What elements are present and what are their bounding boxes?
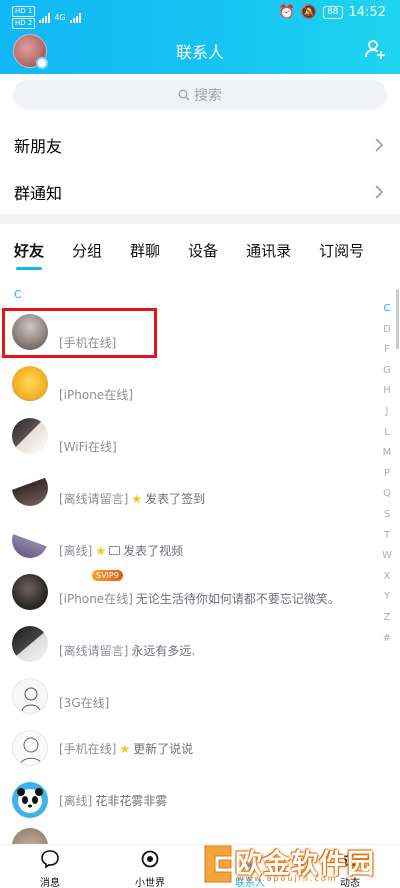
page-title: 联系人	[175, 43, 224, 62]
chevron-right-icon	[375, 185, 384, 199]
watermark-logo-icon	[204, 845, 232, 883]
index-letter[interactable]: S	[382, 505, 392, 526]
entry-label: 群通知	[14, 184, 63, 203]
index-letter[interactable]: P	[382, 464, 392, 485]
contact-avatar	[12, 678, 48, 714]
contact-row[interactable]: SVIP9 [iPhone在线] 无论生活待你如何请都不要忘记微笑。	[0, 564, 380, 624]
contact-avatar	[12, 782, 48, 818]
contact-row[interactable]: [离线请留言] 永远有多远.	[0, 616, 380, 676]
chevron-right-icon	[375, 138, 384, 152]
contact-status: [iPhone在线] 无论生活待你如何请都不要忘记微笑。	[59, 592, 340, 606]
app-header: HD 1 HD 2 4G ⏰ 🔕 88 14:52 联系人	[0, 0, 400, 74]
contact-avatar	[12, 828, 48, 844]
sim1-badge: HD 1	[12, 6, 36, 17]
index-letter[interactable]: C	[382, 299, 392, 320]
contact-row[interactable]: [离线请留言] ★ 发表了签到	[0, 460, 380, 520]
search-icon	[178, 89, 190, 101]
signal-icon	[39, 12, 51, 23]
index-letter[interactable]: #	[382, 629, 392, 650]
contact-row[interactable]: [3G在线]	[0, 668, 380, 728]
index-letter[interactable]: W	[382, 546, 392, 567]
new-friends-entry[interactable]: 新朋友	[0, 122, 400, 168]
watermark-url: www.apoujin.com	[237, 874, 338, 883]
index-letter[interactable]: D	[382, 320, 392, 341]
star-icon: ★	[119, 741, 131, 756]
section-letter: C	[14, 288, 22, 301]
sketch-avatar-icon	[19, 737, 43, 765]
contact-status: [WiFi在线]	[59, 440, 117, 454]
contact-status: [离线] ★ 发表了视频	[59, 543, 184, 559]
contact-status: [3G在线]	[59, 696, 110, 710]
contact-avatar	[12, 730, 48, 766]
cartoon-avatar-icon	[21, 687, 41, 712]
section-divider	[0, 214, 400, 224]
sim2-badge: HD 2	[12, 18, 36, 29]
panda-avatar-icon	[17, 788, 43, 813]
index-letter[interactable]: L	[382, 423, 392, 444]
index-letter[interactable]: G	[382, 361, 392, 382]
status-bar: HD 1 HD 2 4G ⏰ 🔕 88 14:52	[0, 0, 400, 29]
tab-friends[interactable]: 好友	[14, 236, 44, 270]
index-letter[interactable]: X	[382, 567, 392, 588]
alphabet-index[interactable]: C D F G H J L M P Q S T W X Y Z #	[382, 299, 392, 649]
signal-icon-2	[69, 12, 81, 23]
alarm-icon: ⏰	[278, 5, 295, 20]
contact-avatar	[12, 574, 48, 610]
index-letter[interactable]: T	[382, 526, 392, 547]
star-icon: ★	[131, 491, 143, 506]
contact-status: [离线请留言] 永远有多远.	[59, 644, 196, 658]
index-letter[interactable]: H	[382, 381, 392, 402]
highlight-box	[2, 308, 157, 358]
contact-status: [离线] 花非花雾非雾	[59, 794, 168, 808]
index-letter[interactable]: M	[382, 443, 392, 464]
index-letter[interactable]: J	[382, 402, 392, 423]
contact-row[interactable]: [iPhone在线]	[0, 356, 380, 416]
tab-group-chats[interactable]: 群聊	[130, 236, 160, 270]
small-world-icon	[141, 850, 159, 868]
mute-icon: 🔕	[300, 5, 318, 20]
contact-avatar	[12, 470, 48, 506]
nav-messages[interactable]: 消息	[20, 849, 80, 888]
network-type: 4G	[54, 13, 66, 22]
contact-status: [iPhone在线]	[59, 388, 133, 402]
contact-row[interactable]: [离线] ★ 发表了视频	[0, 512, 380, 572]
contact-avatar	[12, 366, 48, 402]
index-letter[interactable]: Z	[382, 608, 392, 629]
group-notice-entry[interactable]: 群通知	[0, 169, 400, 215]
tab-address-book[interactable]: 通讯录	[246, 236, 291, 270]
search-bar[interactable]: 搜索	[13, 80, 387, 110]
scrollbar[interactable]	[396, 289, 399, 349]
search-placeholder: 搜索	[194, 88, 222, 104]
tab-subscriptions[interactable]: 订阅号	[319, 236, 364, 270]
tab-devices[interactable]: 设备	[188, 236, 218, 270]
contact-avatar	[12, 418, 48, 454]
contact-status: [手机在线] ★ 更新了说说	[59, 741, 194, 757]
tab-groups[interactable]: 分组	[72, 236, 102, 270]
nav-label: 消息	[40, 878, 60, 888]
contact-avatar	[12, 626, 48, 662]
add-friend-icon[interactable]	[364, 38, 386, 60]
index-letter[interactable]: F	[382, 340, 392, 361]
message-icon	[41, 850, 59, 869]
contact-row[interactable]: [WiFi在线]	[0, 408, 380, 468]
entry-label: 新朋友	[14, 137, 63, 156]
index-letter[interactable]: Y	[382, 587, 392, 608]
svip-badge: SVIP9	[92, 570, 123, 581]
watermark: 欧金软件园 www.apoujin.com	[197, 840, 393, 888]
contact-avatar	[12, 522, 48, 558]
nav-label: 小世界	[135, 878, 165, 888]
nav-small-world[interactable]: 小世界	[120, 849, 180, 888]
image-icon	[109, 546, 121, 555]
star-icon: ★	[95, 543, 107, 558]
index-letter[interactable]: Q	[382, 484, 392, 505]
clock: 14:52	[348, 5, 386, 20]
battery-icon: 88	[323, 6, 343, 19]
contact-status: [离线请留言] ★ 发表了签到	[59, 491, 206, 507]
contact-row[interactable]: [手机在线] ★ 更新了说说	[0, 720, 380, 780]
contact-tabs: 好友 分组 群聊 设备 通讯录 订阅号	[0, 236, 400, 270]
